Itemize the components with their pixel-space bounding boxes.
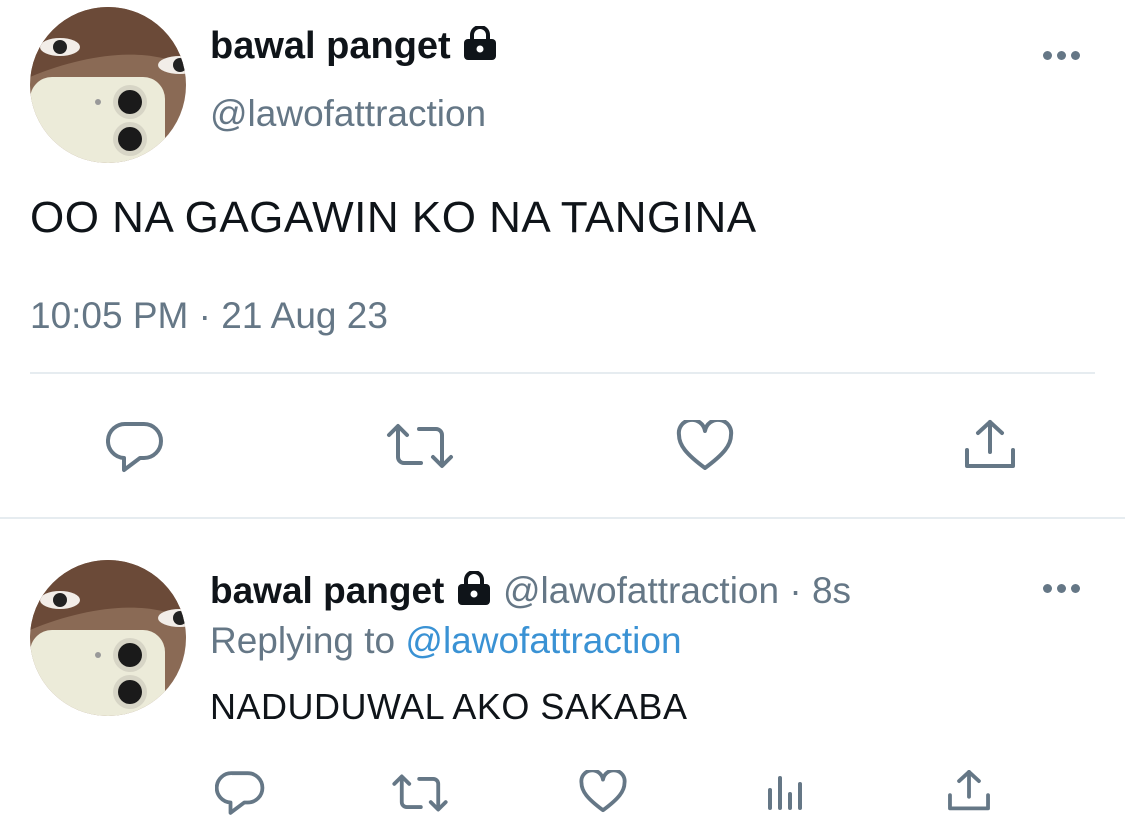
analytics-icon[interactable] bbox=[766, 772, 806, 812]
comment-icon[interactable] bbox=[106, 420, 164, 474]
retweet-icon[interactable] bbox=[385, 421, 455, 471]
reply-text: NADUDUWAL AKO SAKABA bbox=[210, 686, 688, 727]
relative-time[interactable]: 8s bbox=[812, 570, 851, 611]
retweet-icon[interactable] bbox=[391, 772, 449, 814]
avatar[interactable] bbox=[30, 560, 186, 716]
share-icon[interactable] bbox=[961, 418, 1019, 472]
lock-icon bbox=[461, 25, 499, 70]
tweet-text: OO NA GAGAWIN KO NA TANGINA bbox=[30, 193, 757, 242]
time-separator: · bbox=[789, 570, 802, 611]
handle[interactable]: @lawofattraction bbox=[503, 570, 779, 611]
divider bbox=[0, 517, 1125, 519]
handle[interactable]: @lawofattraction bbox=[210, 92, 486, 136]
display-name[interactable]: bawal panget bbox=[210, 25, 451, 67]
share-icon[interactable] bbox=[945, 768, 993, 814]
display-name[interactable]: bawal panget bbox=[210, 570, 444, 611]
heart-icon[interactable] bbox=[579, 770, 627, 814]
heart-icon[interactable] bbox=[676, 420, 734, 472]
avatar[interactable] bbox=[30, 7, 186, 163]
lock-icon bbox=[455, 570, 493, 615]
divider bbox=[30, 372, 1095, 374]
replying-to-link[interactable]: @lawofattraction bbox=[405, 620, 681, 661]
timestamp[interactable]: 10:05 PM · 21 Aug 23 bbox=[30, 294, 388, 338]
comment-icon[interactable] bbox=[215, 769, 265, 817]
replying-to-label: Replying to bbox=[210, 620, 396, 661]
more-icon[interactable] bbox=[1043, 51, 1080, 60]
more-icon[interactable] bbox=[1043, 584, 1080, 593]
